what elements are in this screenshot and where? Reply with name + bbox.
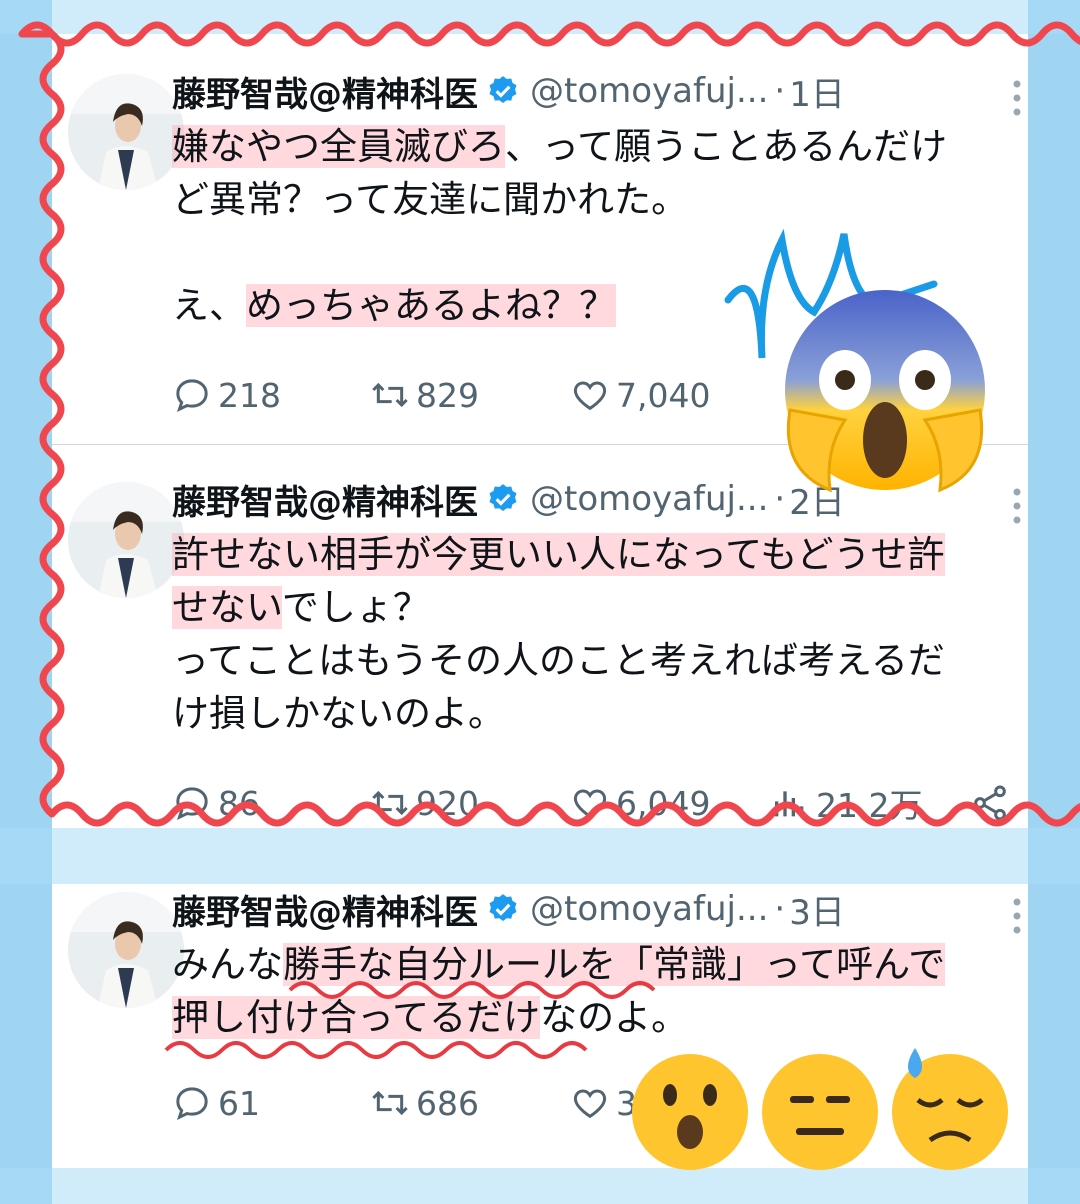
reply-icon [176,379,208,413]
author-name[interactable]: 藤野智哉@精神科医 [172,67,478,116]
tweet-3[interactable]: 藤野智哉@精神科医 @tomoyafuj... · 3日 みんな勝手な自分ルール… [52,862,1028,1162]
tweet-header: 藤野智哉@精神科医 @tomoyafuj... · 2日 [172,475,845,524]
like-count: 3 [616,1083,637,1123]
like-button[interactable]: 6,049 [570,783,770,823]
like-count: 6,049 [616,783,711,823]
tweet-1[interactable]: 藤野智哉@精神科医 @tomoyafuj... · 1日 嫌なやつ全員滅びろ、っ… [52,44,1028,444]
retweet-button[interactable]: 686 [370,1083,570,1123]
avatar[interactable] [68,74,184,190]
more-icon[interactable] [1010,486,1024,526]
reply-count: 86 [218,783,260,823]
retweet-button[interactable]: 920 [370,783,570,823]
highlighted-text: めっちゃあるよね？？ [246,284,616,327]
text-line: け損しかないのよ。 [172,692,505,735]
author-name[interactable]: 藤野智哉@精神科医 [172,475,478,524]
reply-button[interactable]: 218 [172,375,370,415]
verified-icon [489,76,517,104]
avatar[interactable] [68,482,184,598]
like-button[interactable]: 3 [570,1083,770,1123]
share-button[interactable] [970,783,1016,823]
verified-icon [489,484,517,512]
text-line: なのよ。 [540,996,689,1039]
reply-icon [176,787,208,821]
text-line: え、 [172,284,246,327]
timestamp[interactable]: 2日 [789,475,845,524]
retweet-icon [372,1090,408,1116]
separator-dot: · [774,889,786,929]
like-icon [573,789,607,819]
text-line: 、って願うことあるんだけ [505,125,948,168]
tweet-actions: 86 920 6,049 21.2万 [172,778,1028,828]
highlighted-text: 嫌なやつ全員滅びろ [172,125,505,168]
text-line: ど異常？って友達に聞かれた。 [172,178,689,221]
text-line: でしょ？ [281,586,430,629]
reply-icon [176,1087,208,1121]
share-icon [974,785,1006,821]
views-button[interactable]: 21.2万 [770,779,970,827]
author-handle[interactable]: @tomoyafuj... [530,479,768,519]
retweet-icon [372,790,408,816]
tweet-2[interactable]: 藤野智哉@精神科医 @tomoyafuj... · 2日 許せない相手が今更いい… [52,452,1028,842]
author-name[interactable]: 藤野智哉@精神科医 [172,885,478,934]
like-button[interactable]: 7,040 [570,375,770,415]
highlighted-text: 押し付け合ってるだけ [172,996,541,1039]
retweet-icon [372,382,408,408]
more-icon[interactable] [1010,896,1024,936]
tweet-header: 藤野智哉@精神科医 @tomoyafuj... · 1日 [172,67,845,116]
timestamp[interactable]: 3日 [789,885,845,934]
text-line: みんな [172,943,283,986]
views-count: 21.2万 [816,786,923,825]
author-handle[interactable]: @tomoyafuj... [530,71,768,111]
avatar[interactable] [68,892,184,1008]
tweet-text: みんな勝手な自分ルールを「常識」って呼んで 押し付け合ってるだけなのよ。 [172,938,1028,1044]
text-line: ってことはもうその人のこと考えれば考えるだ [172,639,945,682]
views-icon [775,791,804,817]
tweet-text: 嫌なやつ全員滅びろ、って願うことあるんだけ ど異常？って友達に聞かれた。 え、め… [172,120,1028,332]
retweet-count: 686 [416,1083,479,1123]
author-handle[interactable]: @tomoyafuj... [530,889,768,929]
timestamp[interactable]: 1日 [789,67,845,116]
tweet-text: 許せない相手が今更いい人になってもどうせ許 せないでしょ？ ってことはもうその人… [172,528,1028,740]
highlighted-text: 許せない相手が今更いい人になってもどうせ許 [172,533,945,576]
reply-button[interactable]: 86 [172,783,370,823]
verified-icon [489,894,517,922]
like-count: 7,040 [616,375,711,415]
reply-count: 61 [218,1083,260,1123]
like-icon [573,381,607,411]
retweet-count: 920 [416,783,479,823]
highlighted-text: 勝手な自分ルールを「常識」って呼んで [283,943,946,986]
more-icon[interactable] [1010,78,1024,118]
reply-button[interactable]: 61 [172,1083,370,1123]
like-icon [573,1089,607,1119]
reply-count: 218 [218,375,281,415]
retweet-count: 829 [416,375,479,415]
tweet-header: 藤野智哉@精神科医 @tomoyafuj... · 3日 [172,885,845,934]
tweet-actions: 61 686 3 [172,1078,1028,1128]
highlighted-text: せない [172,586,282,629]
separator-dot: · [774,479,786,519]
separator-dot: · [774,71,786,111]
tweet-divider [52,444,1028,445]
tweet-actions: 218 829 7,040 [172,370,1028,420]
retweet-button[interactable]: 829 [370,375,570,415]
tape-strip-bottom [0,1168,1080,1204]
tape-strip-top [0,0,1080,34]
